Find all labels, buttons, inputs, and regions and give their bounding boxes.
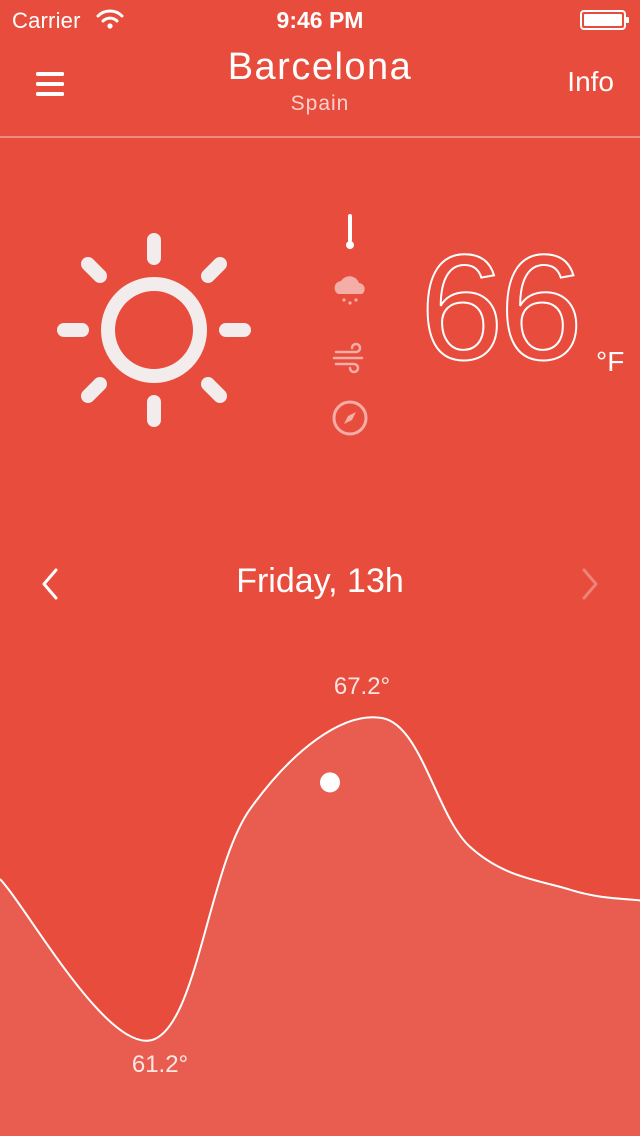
compass-icon <box>332 400 368 436</box>
thermometer-icon <box>346 214 354 249</box>
sun-icon <box>57 233 251 427</box>
selected-point-marker[interactable] <box>320 772 340 793</box>
country-name: Spain <box>290 92 350 115</box>
info-button[interactable]: Info <box>567 66 614 98</box>
temperature-value: 66 <box>419 223 584 391</box>
temperature-chart[interactable]: 67.2° 61.2° <box>0 640 640 1136</box>
wind-icon <box>332 342 364 374</box>
day-time-label: Friday, 13h <box>236 562 404 600</box>
min-temperature-label: 61.2° <box>132 1051 188 1078</box>
max-temperature-label: 67.2° <box>334 673 390 700</box>
chevron-right-icon[interactable] <box>578 566 602 602</box>
status-time: 9:46 PM <box>276 7 364 33</box>
status-bar: Carrier 9:46 PM <box>0 0 640 40</box>
rain-cloud-icon <box>334 276 365 305</box>
temperature-area <box>0 717 640 1136</box>
battery-icon <box>580 10 629 30</box>
nav-bar: Barcelona Spain Info <box>0 40 640 138</box>
city-name: Barcelona <box>227 46 413 88</box>
weather-screen: Carrier 9:46 PM Barcelona Spain Info 66 … <box>0 0 640 1136</box>
temperature-unit: °F <box>596 346 625 377</box>
